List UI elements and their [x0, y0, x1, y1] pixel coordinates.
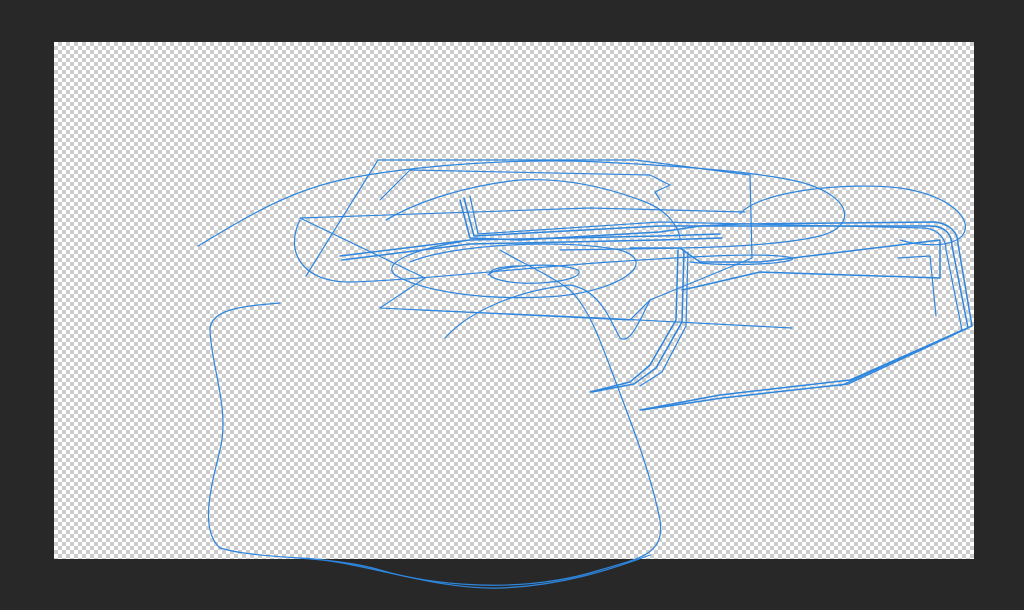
workspace-area	[0, 0, 1024, 610]
pen-stroke	[299, 554, 651, 589]
drawing-canvas[interactable]	[54, 42, 974, 559]
